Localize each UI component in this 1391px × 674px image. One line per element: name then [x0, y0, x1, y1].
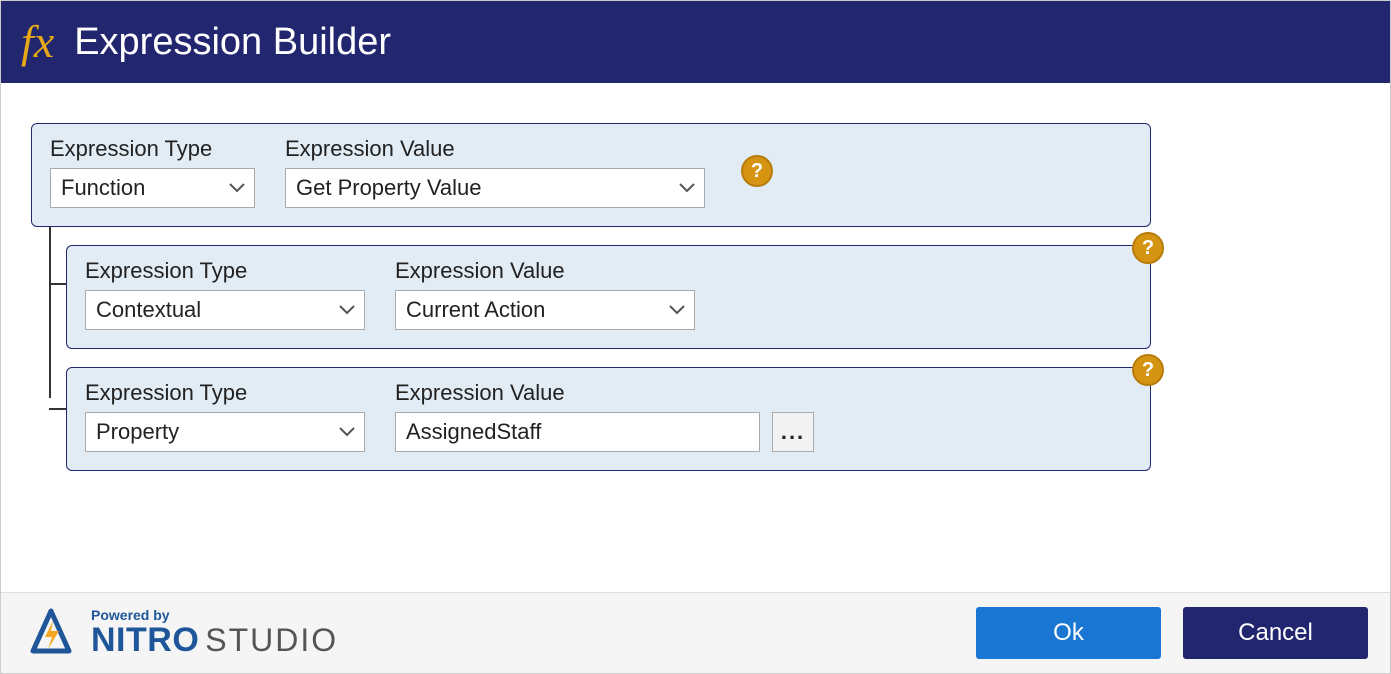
tree-connector [49, 198, 51, 398]
dialog-footer: Powered by NITRO STUDIO Ok Cancel [1, 592, 1390, 673]
field-expression-type: Expression Type Property [85, 380, 365, 452]
field-expression-value: Expression Value Current Action [395, 258, 695, 330]
brand-nitro-label: NITRO [91, 623, 199, 659]
select-expression-type[interactable]: Property [85, 412, 365, 452]
expression-panel-root: Expression Type Function Expression Valu… [31, 123, 1151, 227]
help-icon[interactable]: ? [1132, 232, 1164, 264]
brand-studio-label: STUDIO [205, 624, 338, 658]
field-expression-value: Expression Value ... [395, 380, 814, 452]
label-expression-type: Expression Type [85, 380, 365, 406]
tree-connector [49, 283, 66, 285]
label-expression-value: Expression Value [285, 136, 705, 162]
brand-logo: Powered by NITRO STUDIO [23, 607, 338, 659]
field-expression-type: Expression Type Function [50, 136, 255, 208]
tree-connector [49, 408, 66, 410]
dialog-title: Expression Builder [74, 21, 391, 64]
select-expression-type[interactable]: Contextual [85, 290, 365, 330]
ok-button[interactable]: Ok [976, 607, 1161, 659]
expression-panel-child: ? Expression Type Property Expression Va… [66, 367, 1151, 471]
dialog-content: Expression Type Function Expression Valu… [1, 83, 1390, 592]
cancel-button[interactable]: Cancel [1183, 607, 1368, 659]
expression-panel-child: ? Expression Type Contextual Expression … [66, 245, 1151, 349]
fx-icon: fx [21, 19, 54, 65]
help-icon[interactable]: ? [1132, 354, 1164, 386]
select-expression-value[interactable]: Get Property Value [285, 168, 705, 208]
field-expression-value: Expression Value Get Property Value [285, 136, 705, 208]
label-expression-value: Expression Value [395, 380, 814, 406]
ellipsis-icon: ... [781, 419, 805, 445]
select-expression-type[interactable]: Function [50, 168, 255, 208]
help-icon[interactable]: ? [741, 155, 773, 187]
input-expression-value[interactable] [395, 412, 760, 452]
select-expression-value[interactable]: Current Action [395, 290, 695, 330]
label-expression-value: Expression Value [395, 258, 695, 284]
label-expression-type: Expression Type [85, 258, 365, 284]
label-expression-type: Expression Type [50, 136, 255, 162]
nitro-bolt-icon [23, 607, 79, 659]
dialog-header: fx Expression Builder [1, 1, 1390, 83]
more-button[interactable]: ... [772, 412, 814, 452]
field-expression-type: Expression Type Contextual [85, 258, 365, 330]
